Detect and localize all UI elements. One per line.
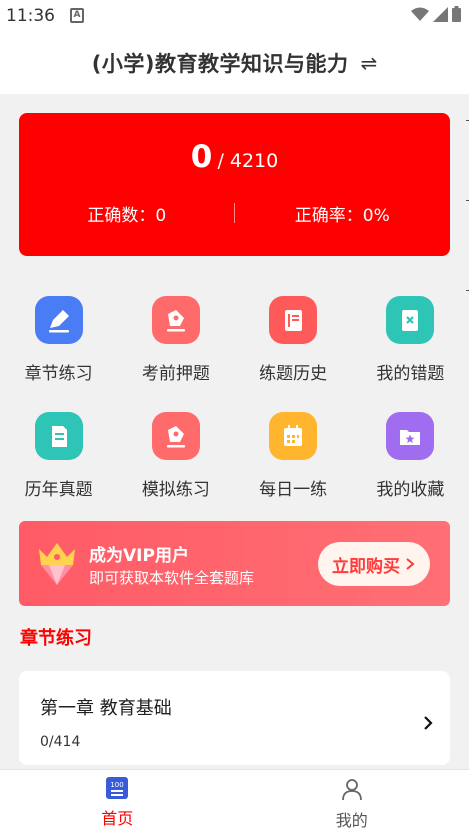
stats-divider — [234, 203, 235, 223]
feature-label: 每日一练 — [259, 480, 328, 500]
vip-title: 成为VIP用户 — [89, 546, 189, 566]
vip-banner[interactable]: 成为VIP用户 即可获取本软件全套题库 立即购买 — [19, 521, 450, 606]
feature-chapter-practice[interactable]: 章节练习 — [0, 290, 117, 394]
wifi-icon — [411, 7, 429, 21]
status-bar: 11:36 A — [0, 0, 469, 32]
tab-home-label: 首页 — [101, 809, 134, 828]
user-icon — [341, 779, 362, 801]
feature-my-favorites[interactable]: 我的收藏 — [352, 406, 469, 510]
battery-icon — [452, 6, 461, 22]
notification-a-icon: A — [70, 8, 84, 23]
page-title: (小学)教育教学知识与能力 — [91, 52, 349, 76]
svg-text:100: 100 — [111, 781, 124, 789]
bottom-tab-bar: 100 首页 我的 — [0, 769, 469, 833]
tab-mine-label: 我的 — [335, 811, 368, 830]
switch-subject-icon[interactable]: ⇌ — [360, 51, 377, 75]
folder-star-icon — [386, 412, 435, 460]
chevron-right-icon — [424, 716, 433, 730]
wrong-book-icon — [386, 296, 435, 344]
correct-rate-label: 正确率：0% — [294, 206, 390, 226]
buy-now-label: 立即购买 — [332, 556, 400, 577]
status-time: 11:36 — [6, 6, 55, 26]
feature-daily-practice[interactable]: 每日一练 — [235, 406, 352, 510]
feature-mock-practice[interactable]: 模拟练习 — [117, 406, 234, 510]
signal-icon — [433, 6, 448, 22]
calendar-icon — [269, 412, 318, 460]
feature-label: 章节练习 — [24, 364, 93, 384]
pen-nib-icon — [151, 296, 200, 344]
pencil-edit-icon — [34, 296, 83, 344]
score-display: 0 / 4210 — [19, 139, 450, 175]
feature-label: 考前押题 — [141, 364, 210, 384]
document-icon — [34, 412, 83, 460]
tab-mine[interactable]: 我的 — [235, 770, 469, 833]
stats-card: 0 / 4210 正确数：0 正确率：0% — [19, 113, 450, 256]
tab-home[interactable]: 100 首页 — [0, 770, 235, 833]
feature-past-exams[interactable]: 历年真题 — [0, 406, 117, 510]
feature-grid: 章节练习 考前押题 练题历史 我的错题 历年真题 模拟练习 每日一练 我的收藏 — [0, 290, 469, 510]
chapter-progress: 0/414 — [40, 734, 81, 750]
home-100-icon: 100 — [106, 777, 129, 799]
notebook-icon — [269, 296, 318, 344]
total-questions: / 4210 — [217, 150, 279, 172]
buy-now-button[interactable]: 立即购买 — [318, 542, 430, 586]
chevron-right-icon — [406, 558, 415, 570]
title-bar: (小学)教育教学知识与能力 ⇌ — [0, 32, 469, 94]
feature-exam-prediction[interactable]: 考前押题 — [117, 290, 234, 394]
correct-count-label: 正确数：0 — [87, 206, 167, 226]
correct-count: 0 — [190, 139, 213, 175]
chapter-card[interactable]: 第一章 教育基础 0/414 — [19, 671, 450, 765]
feature-label: 模拟练习 — [141, 480, 210, 500]
feature-my-mistakes[interactable]: 我的错题 — [352, 290, 469, 394]
diamond-crown-icon — [39, 543, 75, 585]
feature-label: 练题历史 — [259, 364, 328, 384]
feature-label: 我的错题 — [376, 364, 445, 384]
feature-label: 我的收藏 — [376, 480, 445, 500]
feature-label: 历年真题 — [24, 480, 93, 500]
pen-nib-icon — [151, 412, 200, 460]
feature-practice-history[interactable]: 练题历史 — [235, 290, 352, 394]
chapter-title: 第一章 教育基础 — [40, 698, 172, 719]
section-title: 章节练习 — [20, 628, 92, 649]
system-icons — [411, 6, 461, 22]
vip-subtitle: 即可获取本软件全套题库 — [89, 569, 255, 587]
